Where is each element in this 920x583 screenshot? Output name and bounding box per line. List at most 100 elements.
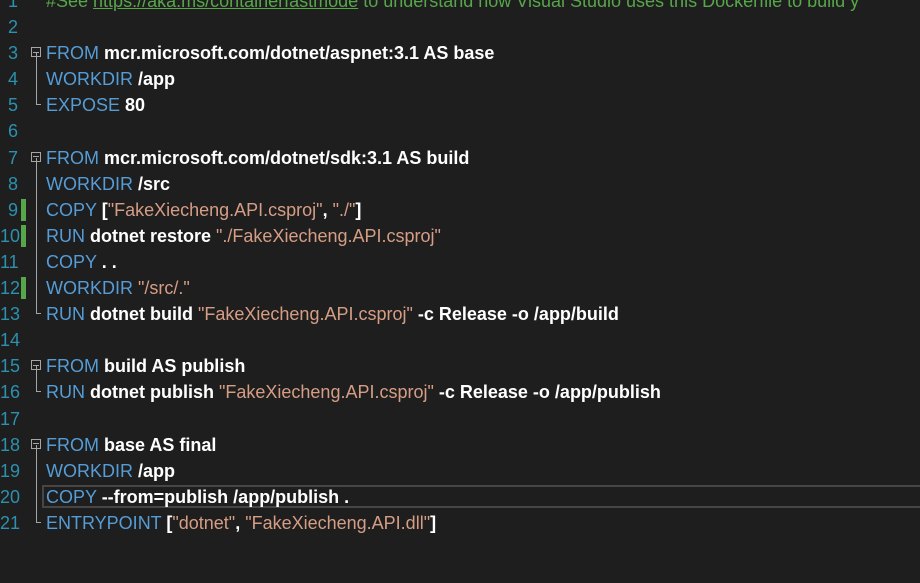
code-line[interactable]: 14 — [0, 327, 920, 353]
code-line[interactable]: 9 COPY ["FakeXiecheng.API.csproj", "./"] — [0, 196, 920, 223]
outline-guide — [36, 170, 37, 197]
change-indicator — [21, 224, 26, 247]
code-line[interactable]: 15 FROM build AS publish — [0, 353, 920, 380]
keyword-token: RUN — [46, 225, 90, 246]
code-text[interactable]: FROM mcr.microsoft.com/dotnet/sdk:3.1 AS… — [46, 145, 469, 171]
code-line[interactable]: 12 WORKDIR "/src/." — [0, 275, 920, 302]
collapse-icon[interactable] — [31, 438, 41, 449]
line-number: 1 — [7, 0, 18, 11]
line-number: 9 — [7, 199, 18, 220]
collapse-icon[interactable] — [31, 47, 41, 58]
line-number: 8 — [7, 173, 18, 194]
line-number: 13 — [0, 304, 21, 325]
outline-guide — [36, 509, 41, 523]
argument-token: dotnet publish — [90, 382, 219, 403]
code-text[interactable]: WORKDIR /app — [46, 458, 175, 484]
argument-token: mcr.microsoft.com/dotnet/aspnet:3.1 AS b… — [104, 43, 495, 64]
line-number: 12 — [0, 278, 21, 299]
collapse-icon[interactable] — [31, 151, 41, 162]
argument-token: dotnet restore — [90, 225, 217, 246]
code-text[interactable]: FROM build AS publish — [46, 353, 245, 379]
line-number: 17 — [0, 408, 21, 429]
code-line[interactable]: 3 FROM mcr.microsoft.com/dotnet/aspnet:3.… — [0, 40, 920, 67]
string-token: "./" — [332, 199, 356, 220]
line-number: 10 — [0, 225, 21, 246]
code-line[interactable]: 8 WORKDIR /src — [0, 170, 920, 197]
code-line[interactable]: 17 — [0, 406, 920, 432]
code-line[interactable]: 19 WORKDIR /app — [0, 457, 920, 484]
line-number: 21 — [0, 512, 21, 533]
argument-token: mcr.microsoft.com/dotnet/sdk:3.1 AS buil… — [104, 147, 470, 168]
code-line[interactable]: 6 — [0, 118, 920, 144]
keyword-token: FROM — [46, 434, 104, 455]
code-text[interactable]: ENTRYPOINT ["dotnet", "FakeXiecheng.API.… — [46, 510, 436, 536]
keyword-token: WORKDIR — [46, 173, 138, 194]
line-number: 18 — [0, 434, 21, 455]
code-line[interactable]: 7 FROM mcr.microsoft.com/dotnet/sdk:3.1 A… — [0, 145, 920, 171]
argument-token: -c Release -o /app/build — [412, 304, 619, 325]
comment-link[interactable]: https://aka.ms/containerfastmode — [93, 0, 358, 11]
string-token: "/src/." — [138, 278, 190, 299]
outline-guide — [36, 275, 37, 302]
code-line[interactable]: 2 — [0, 14, 920, 40]
code-text[interactable]: FROM base AS final — [46, 432, 216, 458]
code-line[interactable]: 1 #See https://aka.ms/containerfastmode t… — [0, 0, 920, 14]
code-text[interactable]: FROM mcr.microsoft.com/dotnet/aspnet:3.1… — [46, 40, 494, 66]
keyword-token: WORKDIR — [46, 278, 138, 299]
string-token: "FakeXiecheng.API.csproj" — [107, 199, 323, 220]
line-number: 2 — [7, 17, 18, 38]
code-text[interactable]: #See https://aka.ms/containerfastmode to… — [46, 0, 859, 14]
argument-token: -c Release -o /app/publish — [433, 382, 661, 403]
code-text[interactable]: RUN dotnet restore "./FakeXiecheng.API.c… — [46, 223, 441, 249]
dockerfile-editor[interactable]: 1 #See https://aka.ms/containerfastmode t… — [0, 0, 920, 536]
code-line[interactable]: 11 COPY . . — [0, 248, 920, 276]
code-text[interactable]: RUN dotnet publish "FakeXiecheng.API.csp… — [46, 379, 661, 405]
argument-token: /app — [138, 69, 176, 90]
argument-token: ] — [430, 512, 437, 533]
code-line[interactable]: 20 COPY --from=publish /app/publish . — [0, 483, 920, 510]
line-number: 4 — [7, 69, 18, 90]
line-number: 14 — [0, 330, 21, 351]
code-line[interactable]: 18 FROM base AS final — [0, 432, 920, 458]
code-text[interactable]: RUN dotnet build "FakeXiecheng.API.cspro… — [46, 301, 619, 327]
line-number: 7 — [7, 147, 18, 168]
line-number: 6 — [7, 121, 18, 142]
code-text[interactable]: WORKDIR "/src/." — [46, 275, 190, 301]
code-text[interactable]: EXPOSE 80 — [46, 92, 145, 118]
comment-token: #See — [46, 0, 94, 11]
code-editor-window: { "editor": { "lines": [ {"num": "1", "t… — [0, 0, 920, 583]
code-line[interactable]: 21 ENTRYPOINT ["dotnet", "FakeXiecheng.AP… — [0, 509, 920, 536]
argument-token: /src — [138, 173, 171, 194]
code-text[interactable]: COPY ["FakeXiecheng.API.csproj", "./"] — [46, 197, 361, 223]
keyword-token: WORKDIR — [46, 460, 138, 481]
line-number: 5 — [7, 95, 18, 116]
code-text[interactable]: COPY --from=publish /app/publish . — [46, 484, 349, 510]
code-text[interactable]: WORKDIR /src — [46, 171, 170, 197]
keyword-token: ENTRYPOINT — [46, 512, 167, 533]
string-token: "FakeXiecheng.API.csproj" — [197, 304, 413, 325]
argument-token: base AS final — [104, 434, 217, 455]
line-number: 11 — [0, 251, 19, 272]
collapse-icon[interactable] — [31, 360, 41, 371]
outline-guide — [36, 222, 37, 249]
line-number: 20 — [0, 486, 21, 507]
code-line[interactable]: 4 WORKDIR /app — [0, 66, 920, 93]
code-line[interactable]: 13 RUN dotnet build "FakeXiecheng.API.csp… — [0, 301, 920, 327]
line-number: 16 — [0, 382, 21, 403]
code-line[interactable]: 10 RUN dotnet restore "./FakeXiecheng.API… — [0, 222, 920, 249]
code-line[interactable]: 5 EXPOSE 80 — [0, 92, 920, 118]
code-text[interactable]: COPY . . — [46, 249, 117, 275]
line-number: 15 — [0, 356, 21, 377]
keyword-token: FROM — [46, 43, 104, 64]
string-token: "dotnet" — [172, 512, 236, 533]
argument-token: , — [235, 512, 246, 533]
code-line[interactable]: 16 RUN dotnet publish "FakeXiecheng.API.c… — [0, 379, 920, 405]
change-indicator — [21, 198, 26, 221]
outline-guide — [36, 66, 37, 93]
code-text[interactable]: WORKDIR /app — [46, 66, 175, 92]
argument-token: 80 — [125, 95, 146, 116]
argument-token: build AS publish — [104, 356, 246, 377]
string-token: "FakeXiecheng.API.dll" — [245, 512, 431, 533]
outline-guide — [36, 92, 41, 106]
keyword-token: FROM — [46, 356, 104, 377]
